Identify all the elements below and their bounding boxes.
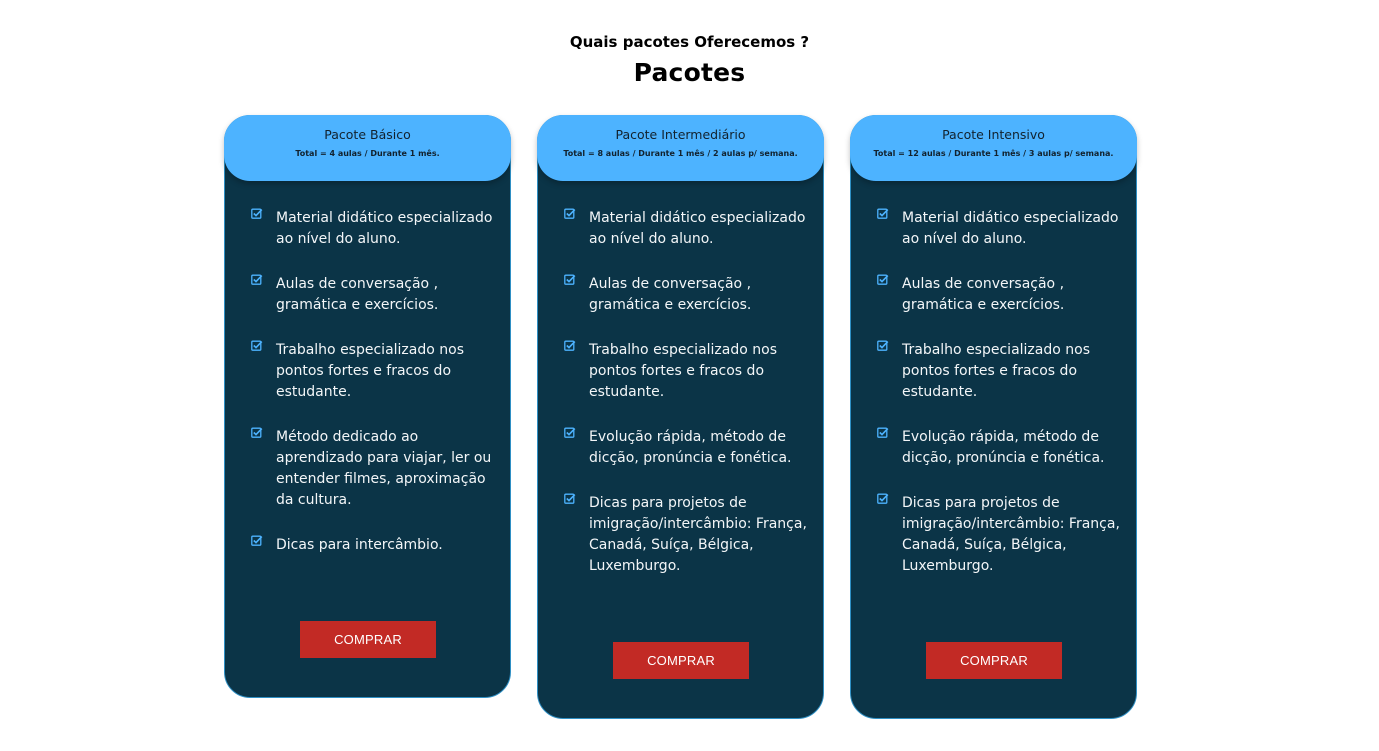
checkbox-checked-icon (877, 427, 889, 438)
feature-text: Material didático especializado ao nível… (276, 210, 493, 247)
feature-item: Material didático especializado ao nível… (564, 208, 809, 250)
checkbox-checked-icon (564, 208, 576, 219)
feature-text: Trabalho especializado nos pontos fortes… (276, 342, 464, 400)
package-name: Pacote Básico (324, 127, 411, 142)
feature-text: Aulas de conversação , gramática e exerc… (589, 276, 752, 313)
package-details: Total = 12 aulas / Durante 1 mês / 3 aul… (873, 149, 1114, 158)
feature-text: Trabalho especializado nos pontos fortes… (902, 342, 1090, 400)
feature-text: Evolução rápida, método de dicção, pronú… (589, 429, 792, 466)
package-header: Pacote Intermediário Total = 8 aulas / D… (537, 115, 824, 181)
feature-item: Material didático especializado ao nível… (251, 208, 496, 250)
package-details: Total = 4 aulas / Durante 1 mês. (295, 149, 440, 158)
checkbox-checked-icon (877, 493, 889, 504)
feature-item: Aulas de conversação , gramática e exerc… (877, 274, 1122, 316)
feature-list: Material didático especializado ao nível… (564, 208, 809, 601)
checkbox-checked-icon (564, 274, 576, 285)
feature-text: Material didático especializado ao nível… (589, 210, 806, 247)
feature-text: Método dedicado ao aprendizado para viaj… (276, 429, 492, 508)
package-name: Pacote Intensivo (942, 127, 1045, 142)
package-card-intensive: Pacote Intensivo Total = 12 aulas / Dura… (850, 115, 1137, 719)
package-details: Total = 8 aulas / Durante 1 mês / 2 aula… (563, 149, 798, 158)
checkbox-checked-icon (251, 427, 263, 438)
feature-item: Evolução rápida, método de dicção, pronú… (564, 427, 809, 469)
feature-item: Trabalho especializado nos pontos fortes… (877, 340, 1122, 403)
feature-text: Dicas para projetos de imigração/intercâ… (589, 495, 807, 574)
feature-item: Trabalho especializado nos pontos fortes… (564, 340, 809, 403)
feature-list: Material didático especializado ao nível… (877, 208, 1122, 601)
section-subtitle: Quais pacotes Oferecemos ? (569, 33, 810, 51)
buy-button[interactable]: COMPRAR (926, 642, 1062, 679)
feature-list: Material didático especializado ao nível… (251, 208, 496, 580)
feature-item: Evolução rápida, método de dicção, pronú… (877, 427, 1122, 469)
checkbox-checked-icon (251, 535, 263, 546)
checkbox-checked-icon (251, 340, 263, 351)
checkbox-checked-icon (877, 208, 889, 219)
package-header: Pacote Intensivo Total = 12 aulas / Dura… (850, 115, 1137, 181)
feature-text: Aulas de conversação , gramática e exerc… (902, 276, 1065, 313)
checkbox-checked-icon (251, 208, 263, 219)
checkbox-checked-icon (564, 340, 576, 351)
checkbox-checked-icon (564, 493, 576, 504)
feature-text: Dicas para projetos de imigração/intercâ… (902, 495, 1120, 574)
feature-item: Aulas de conversação , gramática e exerc… (251, 274, 496, 316)
package-name: Pacote Intermediário (615, 127, 746, 142)
checkbox-checked-icon (251, 274, 263, 285)
feature-text: Evolução rápida, método de dicção, pronú… (902, 429, 1105, 466)
package-header: Pacote Básico Total = 4 aulas / Durante … (224, 115, 511, 181)
feature-item: Método dedicado ao aprendizado para viaj… (251, 427, 496, 511)
feature-item: Dicas para projetos de imigração/intercâ… (877, 493, 1122, 577)
feature-item: Material didático especializado ao nível… (877, 208, 1122, 250)
feature-text: Trabalho especializado nos pontos fortes… (589, 342, 777, 400)
feature-item: Dicas para intercâmbio. (251, 535, 496, 556)
feature-text: Aulas de conversação , gramática e exerc… (276, 276, 439, 313)
feature-item: Aulas de conversação , gramática e exerc… (564, 274, 809, 316)
checkbox-checked-icon (564, 427, 576, 438)
feature-item: Dicas para projetos de imigração/intercâ… (564, 493, 809, 577)
feature-text: Material didático especializado ao nível… (902, 210, 1119, 247)
feature-text: Dicas para intercâmbio. (276, 537, 443, 553)
section-title: Pacotes (633, 58, 746, 87)
buy-button[interactable]: COMPRAR (613, 642, 749, 679)
checkbox-checked-icon (877, 340, 889, 351)
package-card-basic: Pacote Básico Total = 4 aulas / Durante … (224, 115, 511, 698)
buy-button[interactable]: COMPRAR (300, 621, 436, 658)
checkbox-checked-icon (877, 274, 889, 285)
feature-item: Trabalho especializado nos pontos fortes… (251, 340, 496, 403)
package-card-intermediate: Pacote Intermediário Total = 8 aulas / D… (537, 115, 824, 719)
